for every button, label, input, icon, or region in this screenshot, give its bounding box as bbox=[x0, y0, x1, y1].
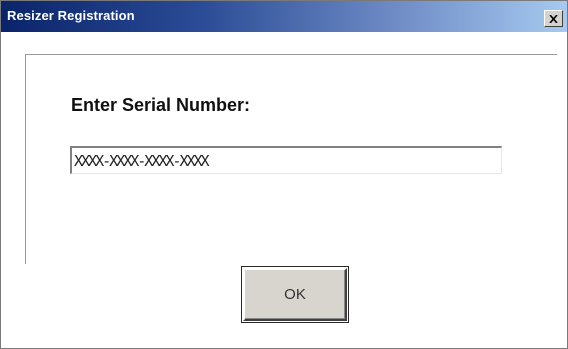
ok-button[interactable]: OK bbox=[241, 266, 349, 323]
dialog-title: Resizer Registration bbox=[7, 8, 135, 23]
frame-divider-left bbox=[25, 54, 26, 264]
frame-divider-top bbox=[25, 54, 557, 55]
ok-button-label: OK bbox=[284, 286, 306, 303]
serial-number-input[interactable] bbox=[70, 146, 502, 174]
serial-number-label: Enter Serial Number: bbox=[71, 95, 251, 115]
title-bar[interactable]: Resizer Registration bbox=[1, 1, 567, 32]
dialog-body: Enter Serial Number: OK bbox=[1, 32, 567, 348]
registration-dialog: Resizer Registration Enter Serial Number… bbox=[0, 0, 568, 349]
close-icon bbox=[549, 14, 558, 23]
close-button[interactable] bbox=[544, 10, 563, 27]
